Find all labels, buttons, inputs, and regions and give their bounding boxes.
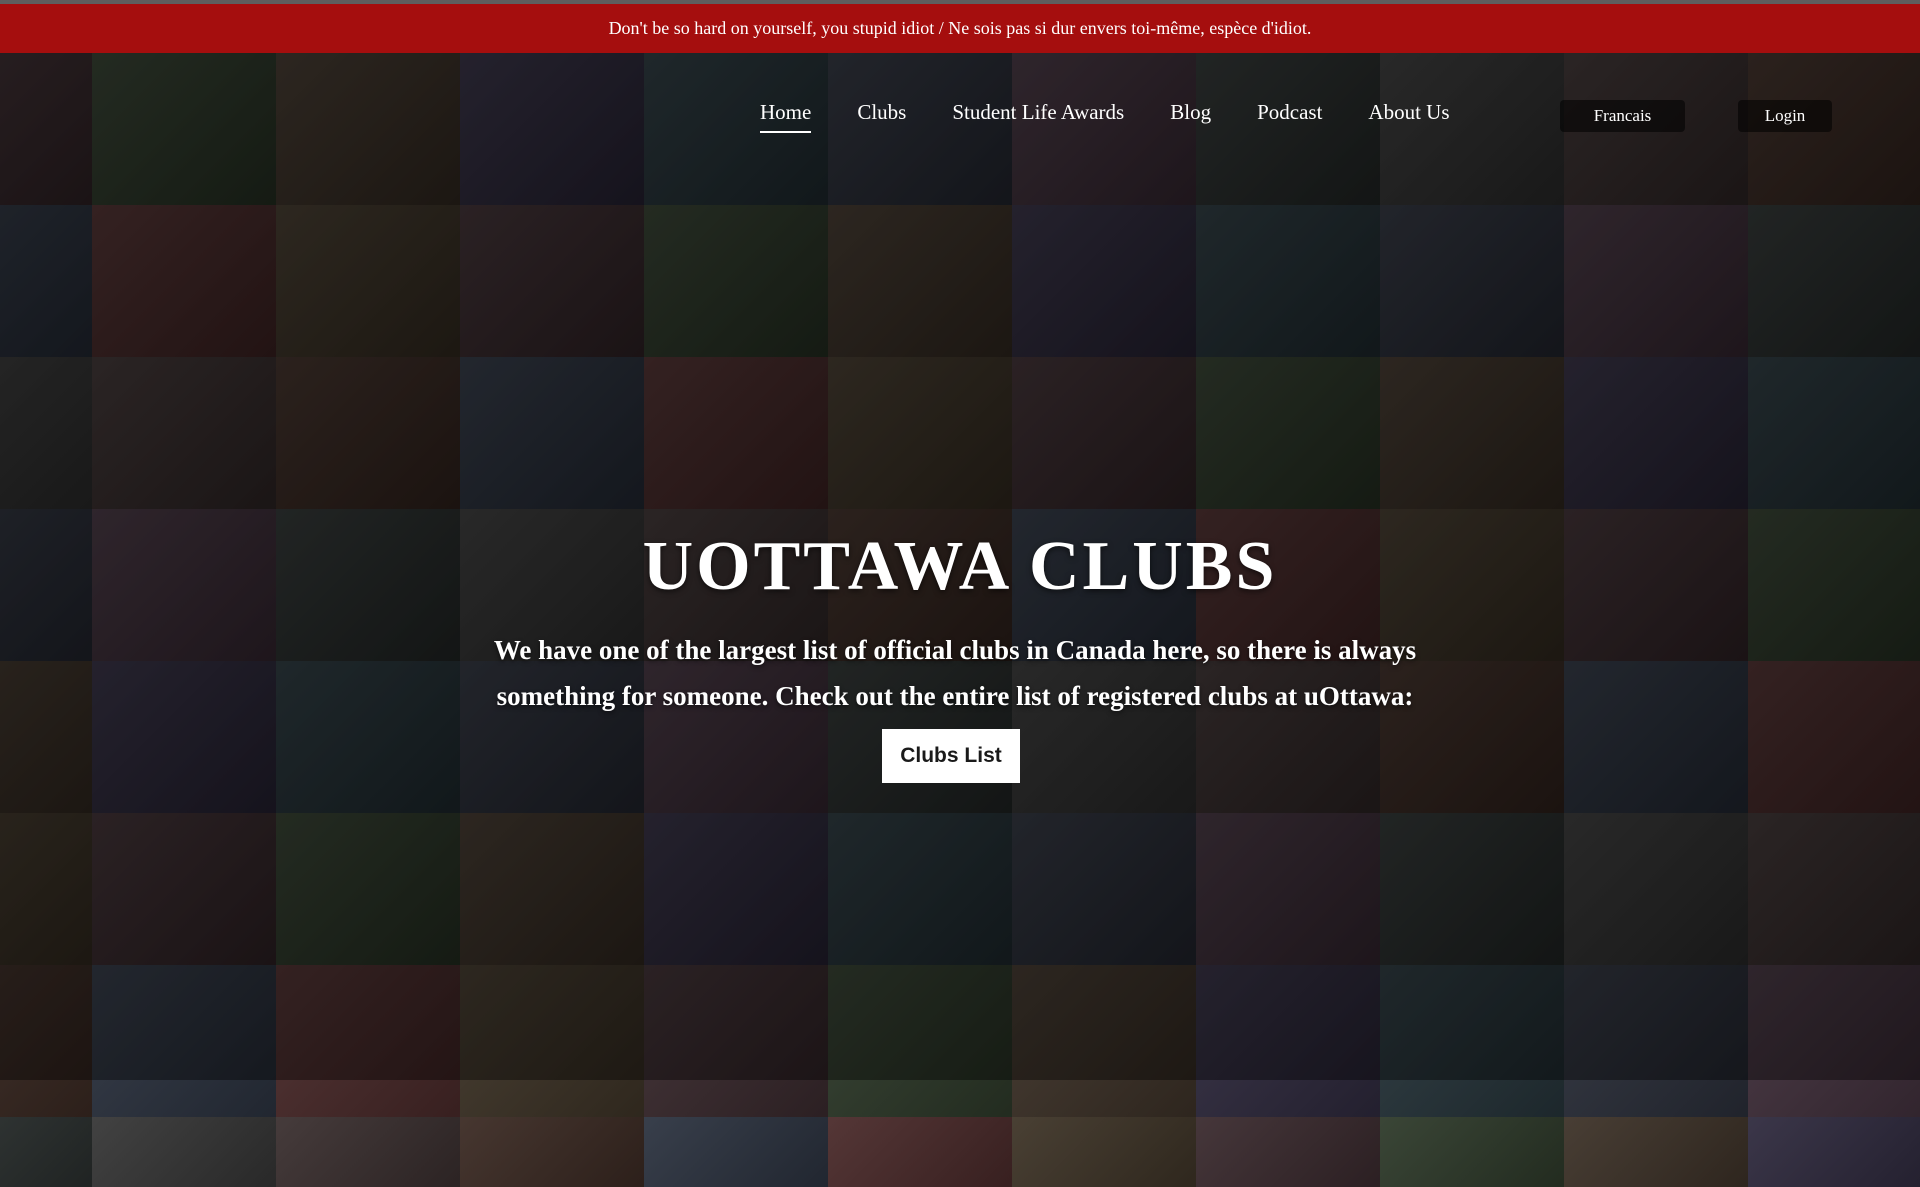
nav-about-us[interactable]: About Us bbox=[1368, 100, 1449, 125]
mosaic-photo-tile bbox=[1012, 1117, 1196, 1187]
mosaic-photo-tile bbox=[276, 1117, 460, 1187]
mosaic-photo-tile bbox=[92, 1117, 276, 1187]
mosaic-photo-tile bbox=[644, 1117, 828, 1187]
mosaic-photo-tile bbox=[1564, 1117, 1748, 1187]
language-toggle-button[interactable]: Francais bbox=[1560, 100, 1685, 132]
login-button[interactable]: Login bbox=[1738, 100, 1832, 132]
main-nav: Home Clubs Student Life Awards Blog Podc… bbox=[760, 100, 1496, 136]
nav-home[interactable]: Home bbox=[760, 100, 812, 133]
mosaic-photo-tile bbox=[0, 1117, 92, 1187]
nav-clubs[interactable]: Clubs bbox=[857, 100, 906, 125]
nav-podcast[interactable]: Podcast bbox=[1257, 100, 1322, 125]
nav-blog[interactable]: Blog bbox=[1170, 100, 1211, 125]
hero-description: We have one of the largest list of offic… bbox=[493, 635, 1417, 711]
clubs-list-button[interactable]: Clubs List bbox=[882, 729, 1020, 783]
mosaic-photo-tile bbox=[1380, 1117, 1564, 1187]
page-title: UOTTAWA CLUBS bbox=[642, 527, 1278, 605]
mosaic-photo-tile bbox=[1748, 1117, 1920, 1187]
mosaic-photo-tile bbox=[828, 1117, 1012, 1187]
mosaic-photo-tile bbox=[460, 1117, 644, 1187]
announcement-banner: Don't be so hard on yourself, you stupid… bbox=[0, 4, 1920, 53]
mosaic-photo-tile bbox=[1196, 1117, 1380, 1187]
banner-text: Don't be so hard on yourself, you stupid… bbox=[608, 18, 1312, 38]
nav-student-life-awards[interactable]: Student Life Awards bbox=[952, 100, 1124, 125]
